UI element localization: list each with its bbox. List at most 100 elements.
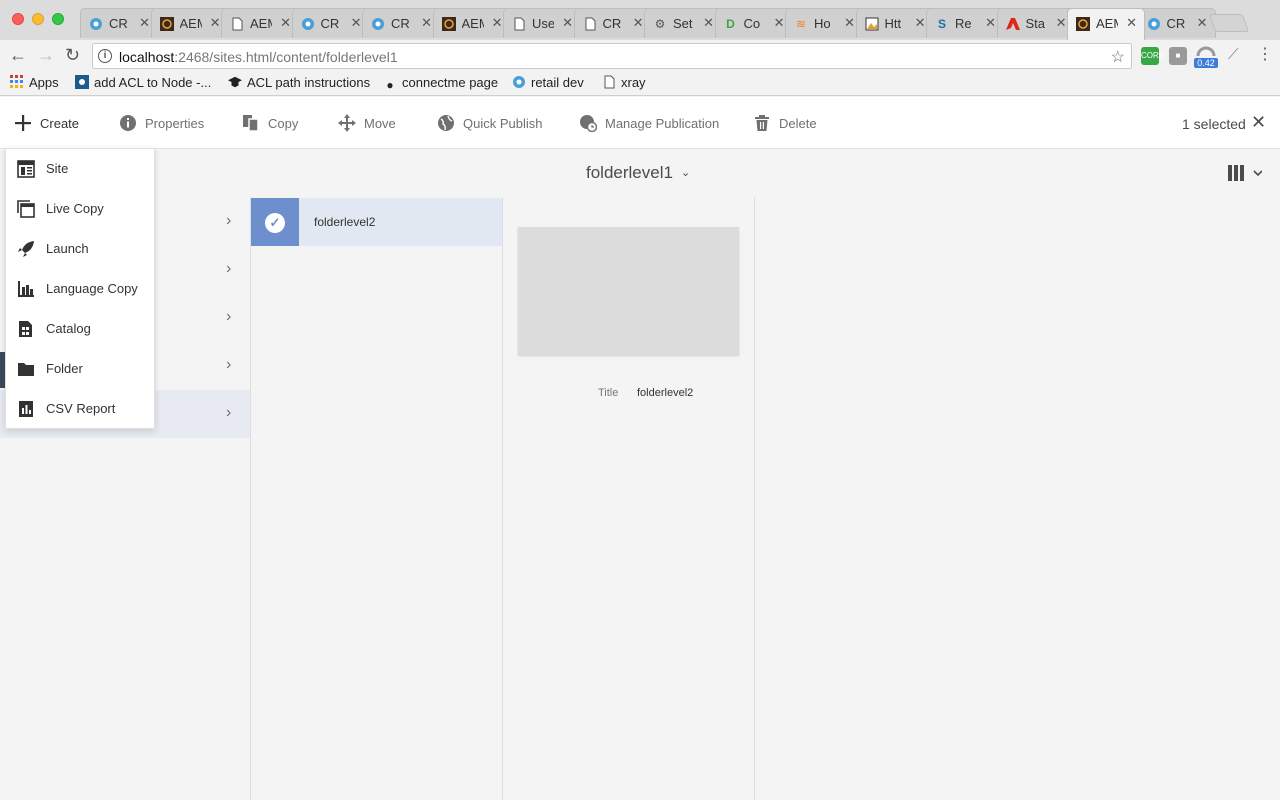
folder-icon xyxy=(18,363,34,376)
bookmark-connectme[interactable]: ● connectme page xyxy=(383,75,498,92)
create-menu-item-folder[interactable]: Folder xyxy=(6,349,154,389)
browser-tab[interactable]: CR ✕ xyxy=(573,8,652,38)
manage-publication-button[interactable]: Manage Publication xyxy=(579,114,719,132)
tab-close-icon[interactable]: ✕ xyxy=(1056,15,1067,31)
tab-title: CR xyxy=(109,16,128,31)
browser-tab[interactable]: CR ✕ xyxy=(362,8,440,38)
tab-close-icon[interactable]: ✕ xyxy=(844,15,855,31)
menu-label: Site xyxy=(46,161,69,176)
bookmark-retail-dev[interactable]: retail dev xyxy=(512,75,584,90)
chevron-right-icon: › xyxy=(226,308,232,325)
menu-label: Live Copy xyxy=(46,201,104,216)
reload-icon[interactable]: ↻ xyxy=(65,46,80,64)
bookmark-add-acl[interactable]: add ACL to Node -... xyxy=(75,75,211,90)
tab-close-icon[interactable]: ✕ xyxy=(562,15,573,31)
list-item-selected[interactable]: ✓ folderlevel2 xyxy=(251,198,502,246)
tab-title: CR xyxy=(391,16,410,31)
browser-tab[interactable]: D Co ✕ xyxy=(714,8,793,38)
extension-feather-icon[interactable]: ⟋ xyxy=(1228,46,1239,64)
tab-close-icon[interactable]: ✕ xyxy=(210,15,221,31)
browser-tab[interactable]: AEM ✕ xyxy=(432,8,511,38)
tab-close-icon[interactable]: ✕ xyxy=(774,15,785,31)
create-menu-item-site[interactable]: Site xyxy=(6,149,154,189)
copy-label: Copy xyxy=(268,116,299,131)
address-bar[interactable]: i localhost:2468/sites.html/content/fold… xyxy=(92,43,1132,69)
browser-tab[interactable]: AEM ✕ xyxy=(150,8,229,38)
delete-button[interactable]: Delete xyxy=(753,114,817,132)
view-switcher[interactable] xyxy=(1228,165,1263,186)
create-menu-item-language-copy[interactable]: Language Copy xyxy=(6,269,154,309)
properties-button[interactable]: Properties xyxy=(119,114,204,132)
copy-button[interactable]: Copy xyxy=(242,114,298,132)
create-menu-item-launch[interactable]: Launch xyxy=(6,229,154,269)
browser-tab[interactable]: Sta ✕ xyxy=(996,8,1075,38)
window-minimize-button[interactable] xyxy=(32,13,44,25)
live-copy-icon xyxy=(17,200,35,218)
browser-tab[interactable]: CR ✕ xyxy=(291,8,370,38)
close-icon[interactable]: ✕ xyxy=(1251,112,1266,133)
selection-checkbox[interactable]: ✓ xyxy=(251,198,299,246)
new-tab-button[interactable] xyxy=(1208,14,1250,32)
create-button[interactable]: Create xyxy=(14,114,79,132)
cors-extension-icon[interactable]: CORS xyxy=(1141,47,1164,65)
folder-title[interactable]: folderlevel1 ⌄ xyxy=(586,163,690,183)
bookmark-apps[interactable]: Apps xyxy=(10,75,59,90)
bookmark-label: xray xyxy=(621,75,646,90)
url-text[interactable]: localhost:2468/sites.html/content/folder… xyxy=(119,49,398,65)
create-menu-item-live-copy[interactable]: Live Copy xyxy=(6,189,154,229)
tab-close-icon[interactable]: ✕ xyxy=(351,15,362,31)
extension-icon[interactable]: ■ xyxy=(1169,47,1187,65)
aem-icon xyxy=(159,17,174,31)
tab-close-icon[interactable]: ✕ xyxy=(633,15,644,31)
bookmark-acl-path[interactable]: ACL path instructions xyxy=(228,75,370,90)
tab-close-icon[interactable]: ✕ xyxy=(280,15,291,31)
language-copy-icon xyxy=(18,281,34,297)
column-view-icon xyxy=(1228,165,1263,181)
window-zoom-button[interactable] xyxy=(52,13,64,25)
browser-tab[interactable]: Htt ✕ xyxy=(855,8,934,38)
tab-close-icon[interactable]: ✕ xyxy=(421,15,432,31)
tab-close-icon[interactable]: ✕ xyxy=(915,15,926,31)
tab-title: CR xyxy=(602,16,622,31)
info-icon[interactable]: i xyxy=(98,49,112,63)
tab-close-icon[interactable]: ✕ xyxy=(985,15,996,31)
back-arrow-icon[interactable]: ← xyxy=(9,46,27,64)
bookmarks-bar: Apps add ACL to Node -... ACL path instr… xyxy=(0,72,1280,96)
move-button[interactable]: Move xyxy=(338,114,396,132)
browser-tab[interactable]: AEM ✕ xyxy=(1067,8,1145,40)
browser-tab[interactable]: Use ✕ xyxy=(503,8,581,38)
adobe-icon xyxy=(1005,17,1020,31)
column-header: folderlevel1 ⌄ xyxy=(0,149,1280,197)
tab-title: AEM xyxy=(250,16,272,31)
tab-close-icon[interactable]: ✕ xyxy=(1197,15,1208,31)
tab-close-icon[interactable]: ✕ xyxy=(1126,15,1137,31)
browser-tab[interactable]: CR ✕ xyxy=(80,8,158,38)
menu-label: Language Copy xyxy=(46,281,138,296)
chevron-right-icon: › xyxy=(226,260,232,277)
copy-icon xyxy=(243,115,259,132)
window-close-button[interactable] xyxy=(12,13,24,25)
speed-extension-icon[interactable]: 0.42 xyxy=(1194,46,1218,68)
forward-arrow-icon[interactable]: → xyxy=(37,46,55,64)
tab-close-icon[interactable]: ✕ xyxy=(703,15,714,31)
browser-tab[interactable]: ⚙ Set ✕ xyxy=(644,8,722,38)
create-menu: Site Live Copy Launch Language Copy Cata… xyxy=(5,148,155,429)
bookmark-label: ACL path instructions xyxy=(247,75,371,90)
create-menu-item-catalog[interactable]: Catalog xyxy=(6,309,154,349)
bookmark-xray[interactable]: xray xyxy=(602,75,646,90)
browser-tab[interactable]: ≋ Ho ✕ xyxy=(785,8,863,38)
crx-icon xyxy=(513,76,525,88)
browser-tab[interactable]: S Re ✕ xyxy=(926,8,1004,38)
tab-close-icon[interactable]: ✕ xyxy=(492,15,503,31)
bookmark-star-icon[interactable]: ☆ xyxy=(1111,47,1125,67)
create-menu-item-csv-report[interactable]: CSV Report xyxy=(6,389,154,429)
meta-title-label: Title xyxy=(598,387,619,399)
chrome-menu-icon[interactable]: ⋮ xyxy=(1257,46,1273,64)
tab-close-icon[interactable]: ✕ xyxy=(139,15,150,31)
browser-tab[interactable]: CR ✕ xyxy=(1137,8,1216,38)
quick-publish-label: Quick Publish xyxy=(463,116,543,131)
image-icon xyxy=(865,17,879,31)
browser-tab[interactable]: AEM ✕ xyxy=(221,8,299,38)
quick-publish-button[interactable]: Quick Publish xyxy=(437,114,542,132)
tab-title: Re xyxy=(955,16,972,31)
